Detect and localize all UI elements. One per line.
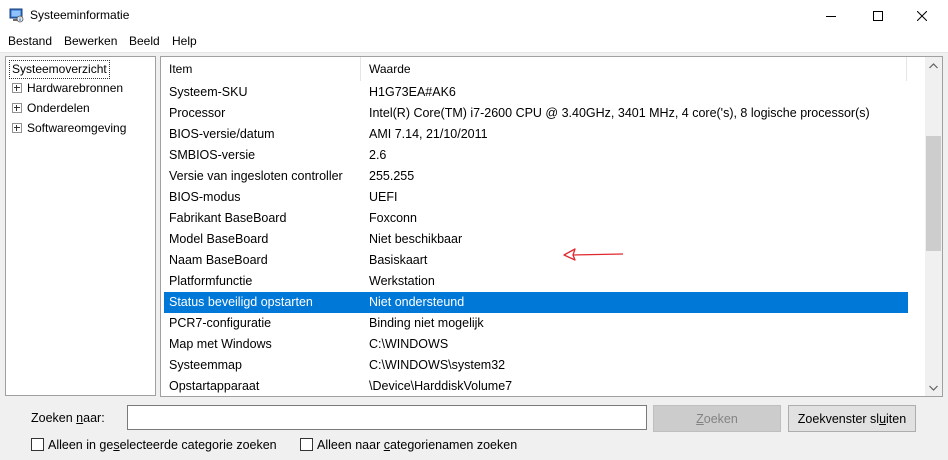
list-row[interactable]: Opstartapparaat \Device\HarddiskVolume7 xyxy=(164,376,908,396)
column-header-item[interactable]: Item xyxy=(161,57,361,81)
list-header: Item Waarde xyxy=(161,57,926,81)
list-row[interactable]: Naam BaseBoard Basiskaart xyxy=(164,250,908,271)
close-icon xyxy=(917,10,927,21)
list-row[interactable]: Processor Intel(R) Core(TM) i7-2600 CPU @… xyxy=(164,103,908,124)
chevron-up-icon xyxy=(929,62,938,68)
scroll-thumb[interactable] xyxy=(926,136,941,251)
list-row[interactable]: Model BaseBoard Niet beschikbaar xyxy=(164,229,908,250)
red-arrow-icon xyxy=(563,248,624,261)
list-row[interactable]: Map met Windows C:\WINDOWS xyxy=(164,334,908,355)
row-item: Versie van ingesloten controller xyxy=(169,169,343,183)
tree-item-systeemoverzicht[interactable]: Systeemoverzicht xyxy=(9,60,110,79)
scroll-down-button[interactable] xyxy=(925,379,942,396)
list-row[interactable]: Versie van ingesloten controller 255.255 xyxy=(164,166,908,187)
column-header-waarde[interactable]: Waarde xyxy=(361,57,907,81)
row-item: Status beveiligd opstarten xyxy=(169,295,313,309)
search-label: Zoeken naar: xyxy=(31,411,105,425)
row-item: Processor xyxy=(169,106,226,120)
category-tree[interactable]: Systeemoverzicht Hardwarebronnen Onderde… xyxy=(5,56,156,396)
list-row[interactable]: PCR7-configuratie Binding niet mogelijk xyxy=(164,313,908,334)
row-value: Foxconn xyxy=(369,211,417,225)
checkbox-category-names[interactable]: Alleen naar categorienamen zoeken xyxy=(300,436,517,454)
row-value: Intel(R) Core(TM) i7-2600 CPU @ 3.40GHz,… xyxy=(369,106,870,120)
row-item: Platformfunctie xyxy=(169,274,253,288)
window-title: Systeeminformatie xyxy=(30,8,130,22)
row-value: Niet beschikbaar xyxy=(369,232,463,246)
checkbox-selected-category[interactable]: Alleen in geselecteerde categorie zoeken xyxy=(31,436,277,454)
tree-item-softwareomgeving[interactable]: Softwareomgeving xyxy=(12,119,126,137)
tree-item-label: Softwareomgeving xyxy=(27,121,127,135)
menu-help[interactable]: Help xyxy=(172,34,197,48)
row-value: Niet ondersteund xyxy=(369,295,465,309)
tree-item-hardwarebronnen[interactable]: Hardwarebronnen xyxy=(12,79,123,97)
maximize-button[interactable] xyxy=(855,0,901,31)
minimize-button[interactable] xyxy=(808,0,854,31)
checkbox-icon[interactable] xyxy=(300,438,313,452)
close-button[interactable] xyxy=(899,0,945,31)
list-row[interactable]: Systeemmap C:\WINDOWS\system32 xyxy=(164,355,908,376)
list-row[interactable]: SMBIOS-versie 2.6 xyxy=(164,145,908,166)
row-item: SMBIOS-versie xyxy=(169,148,256,162)
list-row[interactable]: BIOS-versie/datum AMI 7.14, 21/10/2011 xyxy=(164,124,908,145)
minimize-icon xyxy=(826,15,836,17)
row-item: Systeem-SKU xyxy=(169,85,248,99)
list-row[interactable]: Fabrikant BaseBoard Foxconn xyxy=(164,208,908,229)
chevron-down-icon xyxy=(929,385,938,391)
row-value: Binding niet mogelijk xyxy=(369,316,484,330)
vertical-scrollbar[interactable] xyxy=(925,57,942,396)
tree-item-label: Onderdelen xyxy=(27,101,90,115)
row-value: \Device\HarddiskVolume7 xyxy=(369,379,513,393)
row-item: Model BaseBoard xyxy=(169,232,269,246)
find-button[interactable]: Zoeken xyxy=(653,405,781,432)
details-list[interactable]: Item Waarde Systeem-SKU H1G73EA#AK6 Proces… xyxy=(160,56,943,397)
row-item: Opstartapparaat xyxy=(169,379,260,393)
list-row[interactable]: Status beveiligd opstarten Niet ondersteu… xyxy=(164,292,908,313)
list-row[interactable]: Platformfunctie Werkstation xyxy=(164,271,908,292)
row-value: UEFI xyxy=(369,190,398,204)
row-item: BIOS-modus xyxy=(169,190,241,204)
expand-icon[interactable] xyxy=(12,122,22,133)
menu-bestand[interactable]: Bestand xyxy=(8,34,52,48)
checkbox-icon[interactable] xyxy=(31,438,44,452)
list-row[interactable]: Systeem-SKU H1G73EA#AK6 xyxy=(164,82,908,103)
row-value: Werkstation xyxy=(369,274,435,288)
system-information-icon xyxy=(9,8,24,23)
row-value: AMI 7.14, 21/10/2011 xyxy=(369,127,488,141)
row-value: 255.255 xyxy=(369,169,415,183)
row-value: Basiskaart xyxy=(369,253,428,267)
row-value: C:\WINDOWS\system32 xyxy=(369,358,506,372)
row-item: Fabrikant BaseBoard xyxy=(169,211,287,225)
close-search-button[interactable]: Zoekvenster sl u iten xyxy=(788,405,916,432)
row-item: Map met Windows xyxy=(169,337,272,351)
row-item: BIOS-versie/datum xyxy=(169,127,275,141)
search-input[interactable] xyxy=(127,405,647,430)
title-bar[interactable]: Systeeminformatie xyxy=(0,0,948,31)
maximize-icon xyxy=(873,10,883,21)
row-value: H1G73EA#AK6 xyxy=(369,85,456,99)
expand-icon[interactable] xyxy=(12,102,22,113)
expand-icon[interactable] xyxy=(12,82,22,93)
scroll-up-button[interactable] xyxy=(925,57,942,74)
menu-beeld[interactable]: Beeld xyxy=(129,34,160,48)
menu-bewerken[interactable]: Bewerken xyxy=(64,34,117,48)
tree-item-label: Hardwarebronnen xyxy=(27,81,124,95)
tree-item-onderdelen[interactable]: Onderdelen xyxy=(12,99,90,117)
row-value: C:\WINDOWS xyxy=(369,337,449,351)
row-value: 2.6 xyxy=(369,148,387,162)
list-row[interactable]: BIOS-modus UEFI xyxy=(164,187,908,208)
row-item: Naam BaseBoard xyxy=(169,253,268,267)
row-item: PCR7-configuratie xyxy=(169,316,272,330)
menu-bar: Bestand Bewerken Beeld Help xyxy=(0,31,948,53)
row-item: Systeemmap xyxy=(169,358,242,372)
